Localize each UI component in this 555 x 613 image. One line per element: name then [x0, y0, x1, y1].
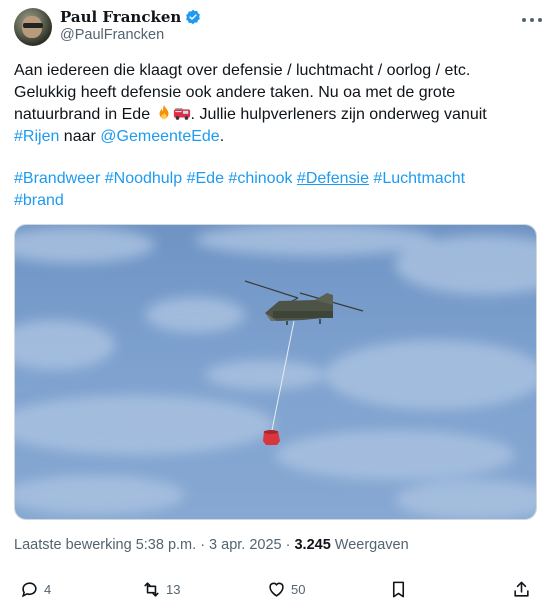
share-button[interactable]	[512, 580, 531, 599]
helicopter-photo	[15, 225, 536, 519]
hashtag-noodhulp[interactable]: #Noodhulp	[105, 170, 182, 187]
hashtag-brand[interactable]: #brand	[14, 192, 64, 209]
tweet-line-3-start: natuurbrand in Ede	[14, 106, 155, 123]
tweet-meta: Laatste bewerking 5:38 p.m. · 3 apr. 202…	[14, 537, 409, 553]
share-icon	[514, 581, 529, 597]
bookmark-button[interactable]	[389, 580, 408, 599]
tweet-photo[interactable]	[14, 224, 537, 520]
hashtag-brandweer[interactable]: #Brandweer	[14, 170, 100, 187]
tweet-line-3-end: . Jullie hulpverleners zijn onderweg van…	[190, 106, 487, 123]
tweet-line-2: Gelukkig heeft defensie ook andere taken…	[14, 84, 456, 101]
tweet-line-1: Aan iedereen die klaagt over defensie / …	[14, 62, 471, 79]
reply-count: 4	[44, 582, 52, 597]
mention-gemeente-ede[interactable]: @GemeenteEde	[100, 128, 219, 145]
views-count: 3.245	[294, 537, 331, 553]
like-count: 50	[291, 582, 306, 597]
views-label: Weergaven	[334, 537, 409, 553]
handle[interactable]: @PaulFrancken	[60, 27, 164, 43]
fire-truck-icon	[173, 108, 190, 120]
hashtag-ede[interactable]: #Ede	[187, 170, 224, 187]
tweet-line-3: natuurbrand in Ede . Jullie hulpverlener…	[14, 104, 534, 126]
repost-count: 13	[166, 582, 181, 597]
bookmark-icon	[392, 581, 405, 598]
display-name[interactable]: Paul Francken	[60, 8, 181, 26]
like-icon	[269, 582, 284, 597]
more-icon[interactable]	[522, 12, 542, 28]
repost-icon	[144, 582, 159, 597]
verified-icon	[186, 9, 201, 25]
tweet-header: Paul Francken @PaulFrancken	[14, 6, 542, 46]
tweet-word-naar: naar	[59, 128, 101, 145]
avatar[interactable]	[14, 8, 52, 46]
reply-button[interactable]: 4	[20, 580, 51, 599]
like-button[interactable]: 50	[267, 580, 305, 599]
repost-button[interactable]: 13	[142, 580, 180, 599]
action-bar: 4 13 50	[14, 580, 542, 604]
author-name-row: Paul Francken	[60, 8, 201, 26]
tweet-period: .	[219, 128, 225, 145]
hashtag-rijen[interactable]: #Rijen	[14, 128, 59, 145]
tweet-text: Aan iedereen die klaagt over defensie / …	[14, 60, 534, 148]
hashtag-list: #Brandweer #Noodhulp #Ede #chinook #Defe…	[14, 168, 534, 212]
hashtag-defensie[interactable]: #Defensie	[297, 170, 369, 187]
hashtag-chinook[interactable]: #chinook	[228, 170, 292, 187]
tweet-line-4: #Rijen naar @GemeenteEde.	[14, 126, 534, 148]
edited-timestamp[interactable]: Laatste bewerking 5:38 p.m. · 3 apr. 202…	[14, 537, 290, 553]
hashtag-luchtmacht[interactable]: #Luchtmacht	[373, 170, 465, 187]
reply-icon	[21, 582, 37, 598]
fire-icon	[159, 104, 169, 120]
